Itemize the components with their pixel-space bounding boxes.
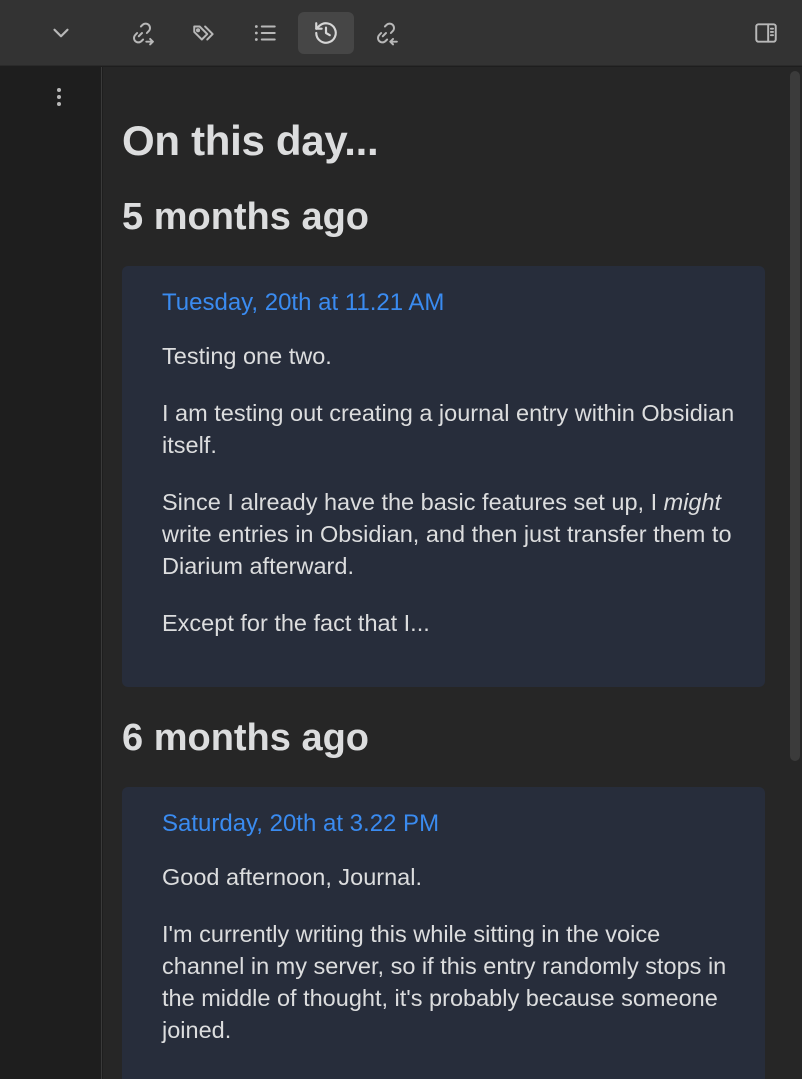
entry-text: write entries in Obsidian, and then just…	[162, 521, 732, 579]
sidebar-right-icon[interactable]	[738, 12, 794, 54]
section-heading: 6 months ago	[122, 717, 370, 759]
entry-paragraph: I am testing out creating a journal entr…	[162, 400, 735, 458]
on-this-day-pane: On this day... 5 months ago Tuesday, 20t…	[103, 67, 802, 1079]
page-title: On this day...	[122, 117, 379, 164]
tags-icon[interactable]	[176, 12, 232, 54]
entry-paragraph: I'm currently writing this while sitting…	[162, 921, 727, 1043]
entry-date-link[interactable]: Saturday, 20th at 3.22 PM	[162, 809, 745, 839]
link-arrow-in-icon[interactable]	[358, 12, 414, 54]
entry-paragraph: Good afternoon, Journal.	[162, 864, 422, 890]
scrollbar[interactable]	[790, 71, 800, 761]
entry-paragraph: Since I already have the basic features …	[162, 486, 745, 582]
journal-entry-card[interactable]: Saturday, 20th at 3.22 PM Good afternoon…	[122, 787, 765, 1079]
toolbar	[0, 0, 802, 66]
entry-paragraph: Except for the fact that I...	[162, 610, 430, 636]
journal-entry-card[interactable]: Tuesday, 20th at 11.21 AM Testing one tw…	[122, 266, 765, 687]
list-icon[interactable]	[237, 12, 293, 54]
entry-emphasis: might	[663, 489, 722, 515]
chevron-down-icon[interactable]	[33, 12, 89, 54]
entry-text: Since I already have the basic features …	[162, 489, 664, 515]
section-heading: 5 months ago	[122, 196, 370, 238]
history-icon[interactable]	[298, 12, 354, 54]
left-gutter	[0, 67, 102, 1079]
entry-paragraph: Testing one two.	[162, 343, 332, 369]
link-arrow-out-icon[interactable]	[114, 12, 170, 54]
entry-date-link[interactable]: Tuesday, 20th at 11.21 AM	[162, 288, 745, 318]
more-options-icon[interactable]	[44, 83, 74, 111]
